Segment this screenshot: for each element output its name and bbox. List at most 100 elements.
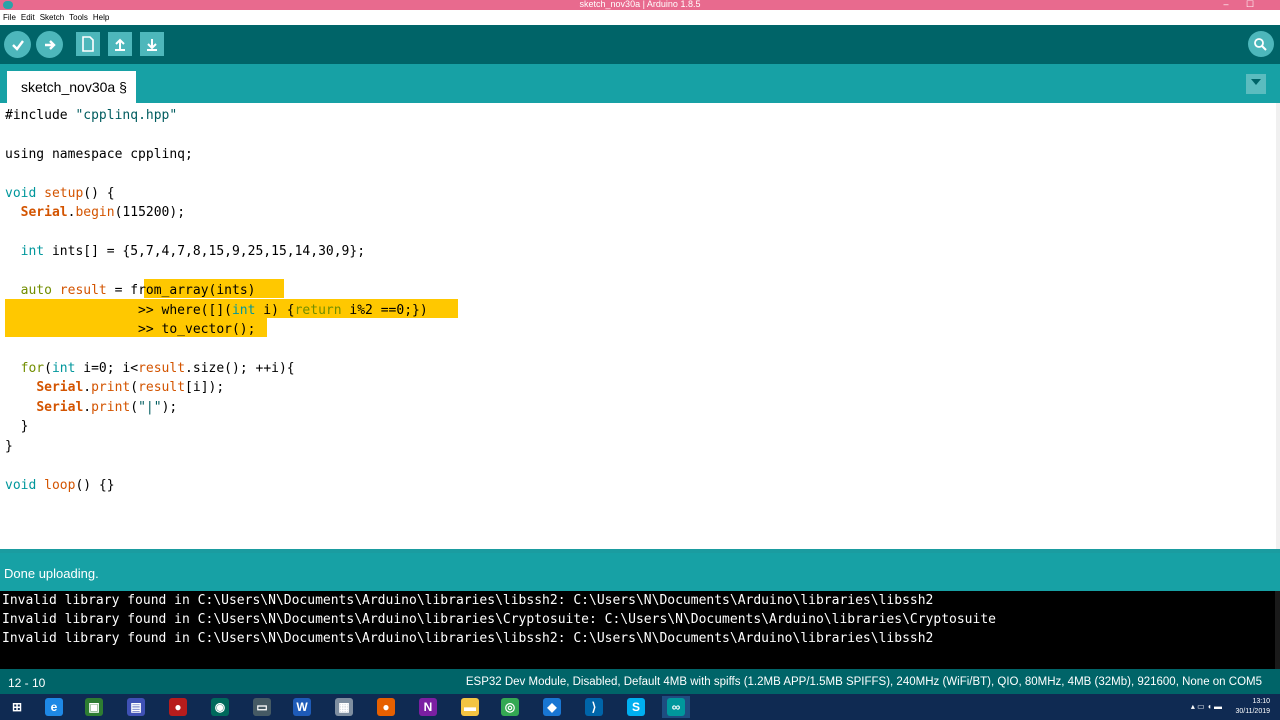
code-token: setup <box>44 185 84 201</box>
onenote-taskbar-button[interactable]: N <box>414 696 442 718</box>
code-line: } <box>5 437 13 456</box>
verify-button[interactable] <box>4 31 31 58</box>
settings-app-icon: ◉ <box>211 698 229 716</box>
skype-taskbar-button[interactable]: S <box>622 696 650 718</box>
code-token: for <box>20 360 45 376</box>
code-line: >> to_vector(); <box>5 320 255 339</box>
monitor-app-taskbar-button[interactable]: ▤ <box>122 696 150 718</box>
code-token: } <box>5 419 29 435</box>
code-token: result <box>138 360 186 376</box>
arduino-taskbar-button[interactable]: ∞ <box>662 696 690 718</box>
code-token: (115200); <box>114 205 186 221</box>
console-line: Invalid library found in C:\Users\N\Docu… <box>2 631 934 646</box>
code-token: () {} <box>75 477 115 493</box>
code-token: ( <box>130 380 139 396</box>
app-green-icon: ▣ <box>85 698 103 716</box>
code-token: = <box>106 283 131 299</box>
arrow-up-icon <box>115 38 125 51</box>
title-bar: sketch_nov30a | Arduino 1.8.5 – ☐ <box>0 0 1280 10</box>
upload-button[interactable] <box>36 31 63 58</box>
windows-start-taskbar-button[interactable]: ⊞ <box>3 696 31 718</box>
code-token: Serial <box>36 399 84 415</box>
code-token: ( <box>44 360 52 376</box>
code-token: i) { <box>255 302 295 318</box>
tab-bar: sketch_nov30a § <box>0 64 1280 103</box>
code-token: result <box>138 380 186 396</box>
vscode-taskbar-button[interactable]: ⟩ <box>580 696 608 718</box>
pdf-reader-taskbar-button[interactable]: ● <box>164 696 192 718</box>
code-token: int <box>51 360 76 376</box>
code-token: "cpplinq.hpp" <box>75 108 178 123</box>
code-token: . <box>83 380 92 396</box>
app-blue-taskbar-button[interactable]: ◆ <box>538 696 566 718</box>
status-message: Done uploading. <box>4 566 99 581</box>
minimize-button[interactable]: – <box>1218 0 1234 10</box>
explorer-taskbar-button[interactable]: ▬ <box>456 696 484 718</box>
ie-taskbar-button[interactable]: e <box>40 696 68 718</box>
code-token: print <box>91 399 131 415</box>
app-blue-icon: ◆ <box>543 698 561 716</box>
menu-tools[interactable]: Tools <box>69 13 88 22</box>
code-line: >> where([](int i) {return i%2 ==0;}) <box>5 301 428 320</box>
console-line: Invalid library found in C:\Users\N\Docu… <box>2 612 996 627</box>
menu-file[interactable]: File <box>3 13 16 22</box>
system-clock[interactable]: 13:10 30/11/2019 <box>1235 697 1270 717</box>
code-token: i%2 ==0;}) <box>341 302 428 318</box>
settings-app-taskbar-button[interactable]: ◉ <box>206 696 234 718</box>
monitor-app-icon: ▤ <box>127 698 145 716</box>
firefox-taskbar-button[interactable]: ● <box>372 696 400 718</box>
clock-time: 13:10 <box>1252 698 1270 705</box>
code-token: >> to_vector(); <box>5 321 256 337</box>
pdf-reader-icon: ● <box>169 698 187 716</box>
console-scrollbar[interactable] <box>1275 591 1280 669</box>
tab-menu-button[interactable] <box>1246 74 1266 94</box>
new-file-icon <box>82 36 94 52</box>
onenote-icon: N <box>419 698 437 716</box>
remote-desktop-taskbar-button[interactable]: ▭ <box>248 696 276 718</box>
console-output[interactable]: Invalid library found in C:\Users\N\Docu… <box>0 591 1280 669</box>
file-manager-taskbar-button[interactable]: ▦ <box>330 696 358 718</box>
windows-taskbar: ⊞ e ▣ ▤ ● ◉ ▭ W ▦ ● N ▬ ◎ ◆ ⟩ S ∞ ▴ ▭ ◖ ▬ 13:10 30/11/20… <box>0 694 1280 720</box>
chevron-down-icon <box>1251 79 1261 85</box>
bottom-status-bar: 12 - 10 ESP32 Dev Module, Disabled, Defa… <box>0 669 1280 694</box>
code-token: result <box>59 283 107 299</box>
code-line: void setup() { <box>5 184 115 203</box>
code-token: ints[] = {5,7,4,7,8,15,9,25,15,14,30,9}; <box>44 244 366 260</box>
menu-help[interactable]: Help <box>93 13 109 22</box>
serial-monitor-button[interactable] <box>1248 31 1274 57</box>
word-icon: W <box>293 698 311 716</box>
code-token: void <box>5 185 37 201</box>
magnifier-icon <box>1254 38 1267 51</box>
word-taskbar-button[interactable]: W <box>288 696 316 718</box>
menu-edit[interactable]: Edit <box>21 13 35 22</box>
maximize-button[interactable]: ☐ <box>1242 0 1258 10</box>
chrome-taskbar-button[interactable]: ◎ <box>496 696 524 718</box>
editor-scrollbar[interactable] <box>1276 103 1280 549</box>
code-line: auto result = from_array(ints) <box>5 281 256 300</box>
code-token: int <box>231 302 256 318</box>
save-button[interactable] <box>140 32 164 56</box>
app-green-taskbar-button[interactable]: ▣ <box>80 696 108 718</box>
code-line: int ints[] = {5,7,4,7,8,15,9,25,15,14,30… <box>5 242 365 261</box>
tray-icons[interactable]: ▴ ▭ ◖ ▬ <box>1191 702 1222 711</box>
vscode-icon: ⟩ <box>585 698 603 716</box>
console-line: Invalid library found in C:\Users\N\Docu… <box>2 593 934 608</box>
tab-sketch[interactable]: sketch_nov30a § <box>7 71 136 103</box>
code-token: ); <box>161 399 178 415</box>
menu-sketch[interactable]: Sketch <box>40 13 64 22</box>
code-token: from_array(ints) <box>130 283 256 299</box>
new-button[interactable] <box>76 32 100 56</box>
code-token: using namespace cpplinq; <box>5 146 193 162</box>
code-token: ( <box>130 399 139 415</box>
toolbar <box>0 25 1280 64</box>
open-button[interactable] <box>108 32 132 56</box>
code-editor[interactable]: #include "cpplinq.hpp" using namespace cp… <box>0 103 1280 549</box>
cursor-position: 12 - 10 <box>8 676 46 690</box>
code-line: Serial.print("|"); <box>5 398 177 417</box>
code-token: . <box>83 399 92 415</box>
code-token: int <box>20 244 45 260</box>
